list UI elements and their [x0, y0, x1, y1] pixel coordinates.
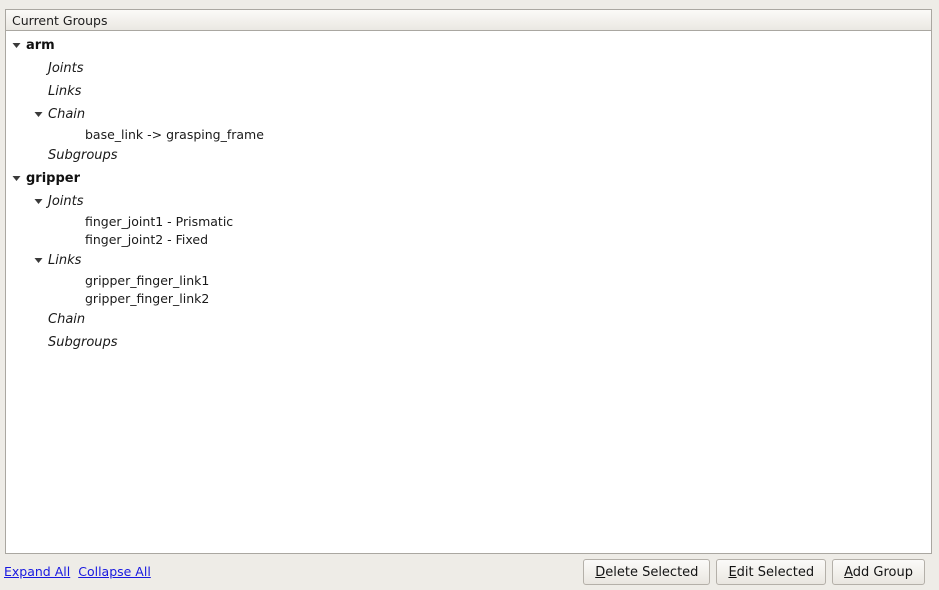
tree-row-label: Links — [48, 253, 82, 268]
add-group-button[interactable]: Add Group — [832, 559, 925, 585]
tree-row-label: Chain — [48, 312, 86, 327]
tree-leaf-gripper-joint-1[interactable]: finger_joint2 - Fixed — [6, 231, 931, 249]
expanded-triangle-icon[interactable] — [9, 34, 23, 57]
groups-tree[interactable]: arm Joints Links Chain base_link -> grasping… — [6, 32, 931, 553]
button-label: Delete Selected — [595, 564, 699, 580]
tree-group-arm[interactable]: arm — [6, 34, 931, 57]
tree-row-label: base_link -> grasping_frame — [85, 126, 264, 142]
tree-category-arm-joints[interactable]: Joints — [6, 57, 931, 80]
delete-selected-button[interactable]: Delete Selected — [583, 559, 711, 585]
twisty-placeholder — [31, 144, 45, 167]
tree-category-gripper-subgroups[interactable]: Subgroups — [6, 331, 931, 354]
twisty-placeholder — [31, 57, 45, 80]
bottom-bar: Expand All Collapse All Delete Selected E… — [0, 556, 939, 590]
button-mnemonic: A — [844, 564, 853, 580]
twisty-placeholder — [31, 80, 45, 103]
tree-row-label: gripper — [26, 171, 81, 186]
action-button-group: Delete Selected Edit Selected Add Group — [583, 559, 925, 585]
tree-leaf-gripper-link-1[interactable]: gripper_finger_link2 — [6, 290, 931, 308]
tree-category-gripper-links[interactable]: Links — [6, 249, 931, 272]
twisty-placeholder — [31, 331, 45, 354]
twisty-placeholder — [68, 288, 82, 311]
tree-row-label: Subgroups — [48, 148, 118, 163]
button-mnemonic: D — [595, 564, 606, 580]
tree-row-label: Joints — [48, 194, 84, 209]
tree-category-arm-chain[interactable]: Chain — [6, 103, 931, 126]
twisty-placeholder — [68, 124, 82, 147]
tree-control-links: Expand All Collapse All — [4, 564, 159, 579]
twisty-placeholder — [31, 308, 45, 331]
button-label: Add Group — [844, 564, 913, 580]
twisty-placeholder — [68, 229, 82, 252]
current-groups-panel: Current Groups arm Joints Links Chain base_l… — [5, 9, 932, 554]
button-label: Edit Selected — [728, 564, 815, 580]
tree-row-label: arm — [26, 38, 55, 53]
panel-title: Current Groups — [12, 12, 108, 28]
tree-row-label: finger_joint2 - Fixed — [85, 231, 209, 247]
tree-row-label: Links — [48, 84, 82, 99]
tree-row-label: Subgroups — [48, 335, 118, 350]
edit-selected-button[interactable]: Edit Selected — [716, 559, 827, 585]
tree-row-label: finger_joint1 - Prismatic — [85, 213, 234, 229]
button-mnemonic: E — [728, 564, 737, 580]
tree-category-gripper-joints[interactable]: Joints — [6, 190, 931, 213]
tree-row-label: gripper_finger_link1 — [85, 272, 210, 288]
expanded-triangle-icon[interactable] — [9, 167, 23, 190]
tree-leaf-arm-chain-0[interactable]: base_link -> grasping_frame — [6, 126, 931, 144]
tree-leaf-gripper-joint-0[interactable]: finger_joint1 - Prismatic — [6, 213, 931, 231]
tree-category-gripper-chain[interactable]: Chain — [6, 308, 931, 331]
collapse-all-link[interactable]: Collapse All — [78, 564, 151, 579]
expanded-triangle-icon[interactable] — [31, 249, 45, 272]
expanded-triangle-icon[interactable] — [31, 103, 45, 126]
tree-category-arm-subgroups[interactable]: Subgroups — [6, 144, 931, 167]
tree-group-gripper[interactable]: gripper — [6, 167, 931, 190]
tree-row-label: gripper_finger_link2 — [85, 290, 210, 306]
tree-category-arm-links[interactable]: Links — [6, 80, 931, 103]
panel-header: Current Groups — [6, 10, 931, 31]
expand-all-link[interactable]: Expand All — [4, 564, 70, 579]
tree-row-label: Joints — [48, 61, 84, 76]
tree-row-label: Chain — [48, 107, 86, 122]
tree-leaf-gripper-link-0[interactable]: gripper_finger_link1 — [6, 272, 931, 290]
expanded-triangle-icon[interactable] — [31, 190, 45, 213]
